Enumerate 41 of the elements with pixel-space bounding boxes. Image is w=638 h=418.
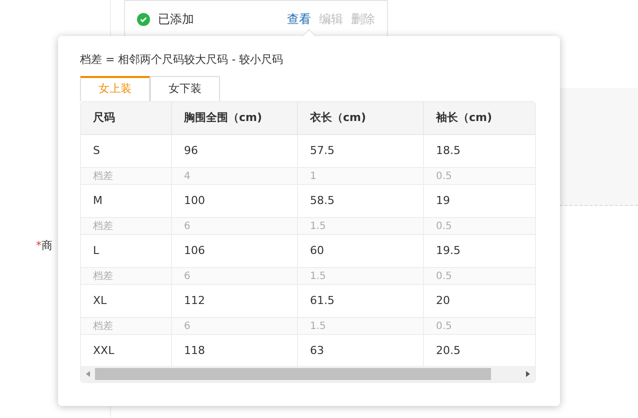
table-cell: 61.5 bbox=[298, 285, 424, 317]
table-cell: 档差 bbox=[81, 218, 172, 234]
table-cell: 档差 bbox=[81, 268, 172, 284]
column-header: 胸围全围（cm) bbox=[172, 102, 298, 134]
table-cell: S bbox=[81, 135, 172, 167]
table-cell: 19 bbox=[424, 185, 535, 217]
table-cell: XL bbox=[81, 285, 172, 317]
tab[interactable]: 女上装 bbox=[80, 76, 150, 101]
table-cell: 96 bbox=[172, 135, 298, 167]
action-link[interactable]: 查看 bbox=[287, 10, 311, 28]
table-cell: M bbox=[81, 185, 172, 217]
table-cell: 18.5 bbox=[424, 135, 535, 167]
table-cell: 4 bbox=[172, 168, 298, 184]
table-cell: 58.5 bbox=[298, 185, 424, 217]
form-label: *商 bbox=[36, 238, 52, 254]
table-cell: 100 bbox=[172, 185, 298, 217]
formula-note: 档差 = 相邻两个尺码较大尺码 - 较小尺码 bbox=[80, 52, 284, 68]
table-cell: 0.5 bbox=[424, 168, 535, 184]
table-cell: 档差 bbox=[81, 318, 172, 334]
table-cell: 1 bbox=[298, 168, 424, 184]
table-cell: 1.5 bbox=[298, 318, 424, 334]
table-cell: 57.5 bbox=[298, 135, 424, 167]
table-cell: 19.5 bbox=[424, 235, 535, 267]
table-cell: 1.5 bbox=[298, 218, 424, 234]
table-cell: 6 bbox=[172, 268, 298, 284]
table-cell: 0.5 bbox=[424, 268, 535, 284]
table-cell: 6 bbox=[172, 218, 298, 234]
table-cell: 档差 bbox=[81, 168, 172, 184]
table-cell: 112 bbox=[172, 285, 298, 317]
table-cell: 1.5 bbox=[298, 268, 424, 284]
table-cell: L bbox=[81, 235, 172, 267]
status-label: 已添加 bbox=[158, 11, 194, 28]
table-cell: 106 bbox=[172, 235, 298, 267]
table-cell: 0.5 bbox=[424, 318, 535, 334]
column-header: 袖长（cm) bbox=[424, 102, 535, 134]
table-cell: 20 bbox=[424, 285, 535, 317]
column-header: 尺码 bbox=[81, 102, 172, 134]
column-header: 衣长（cm) bbox=[298, 102, 424, 134]
table-cell: 0.5 bbox=[424, 218, 535, 234]
table-cell: 6 bbox=[172, 318, 298, 334]
table-cell: 60 bbox=[298, 235, 424, 267]
